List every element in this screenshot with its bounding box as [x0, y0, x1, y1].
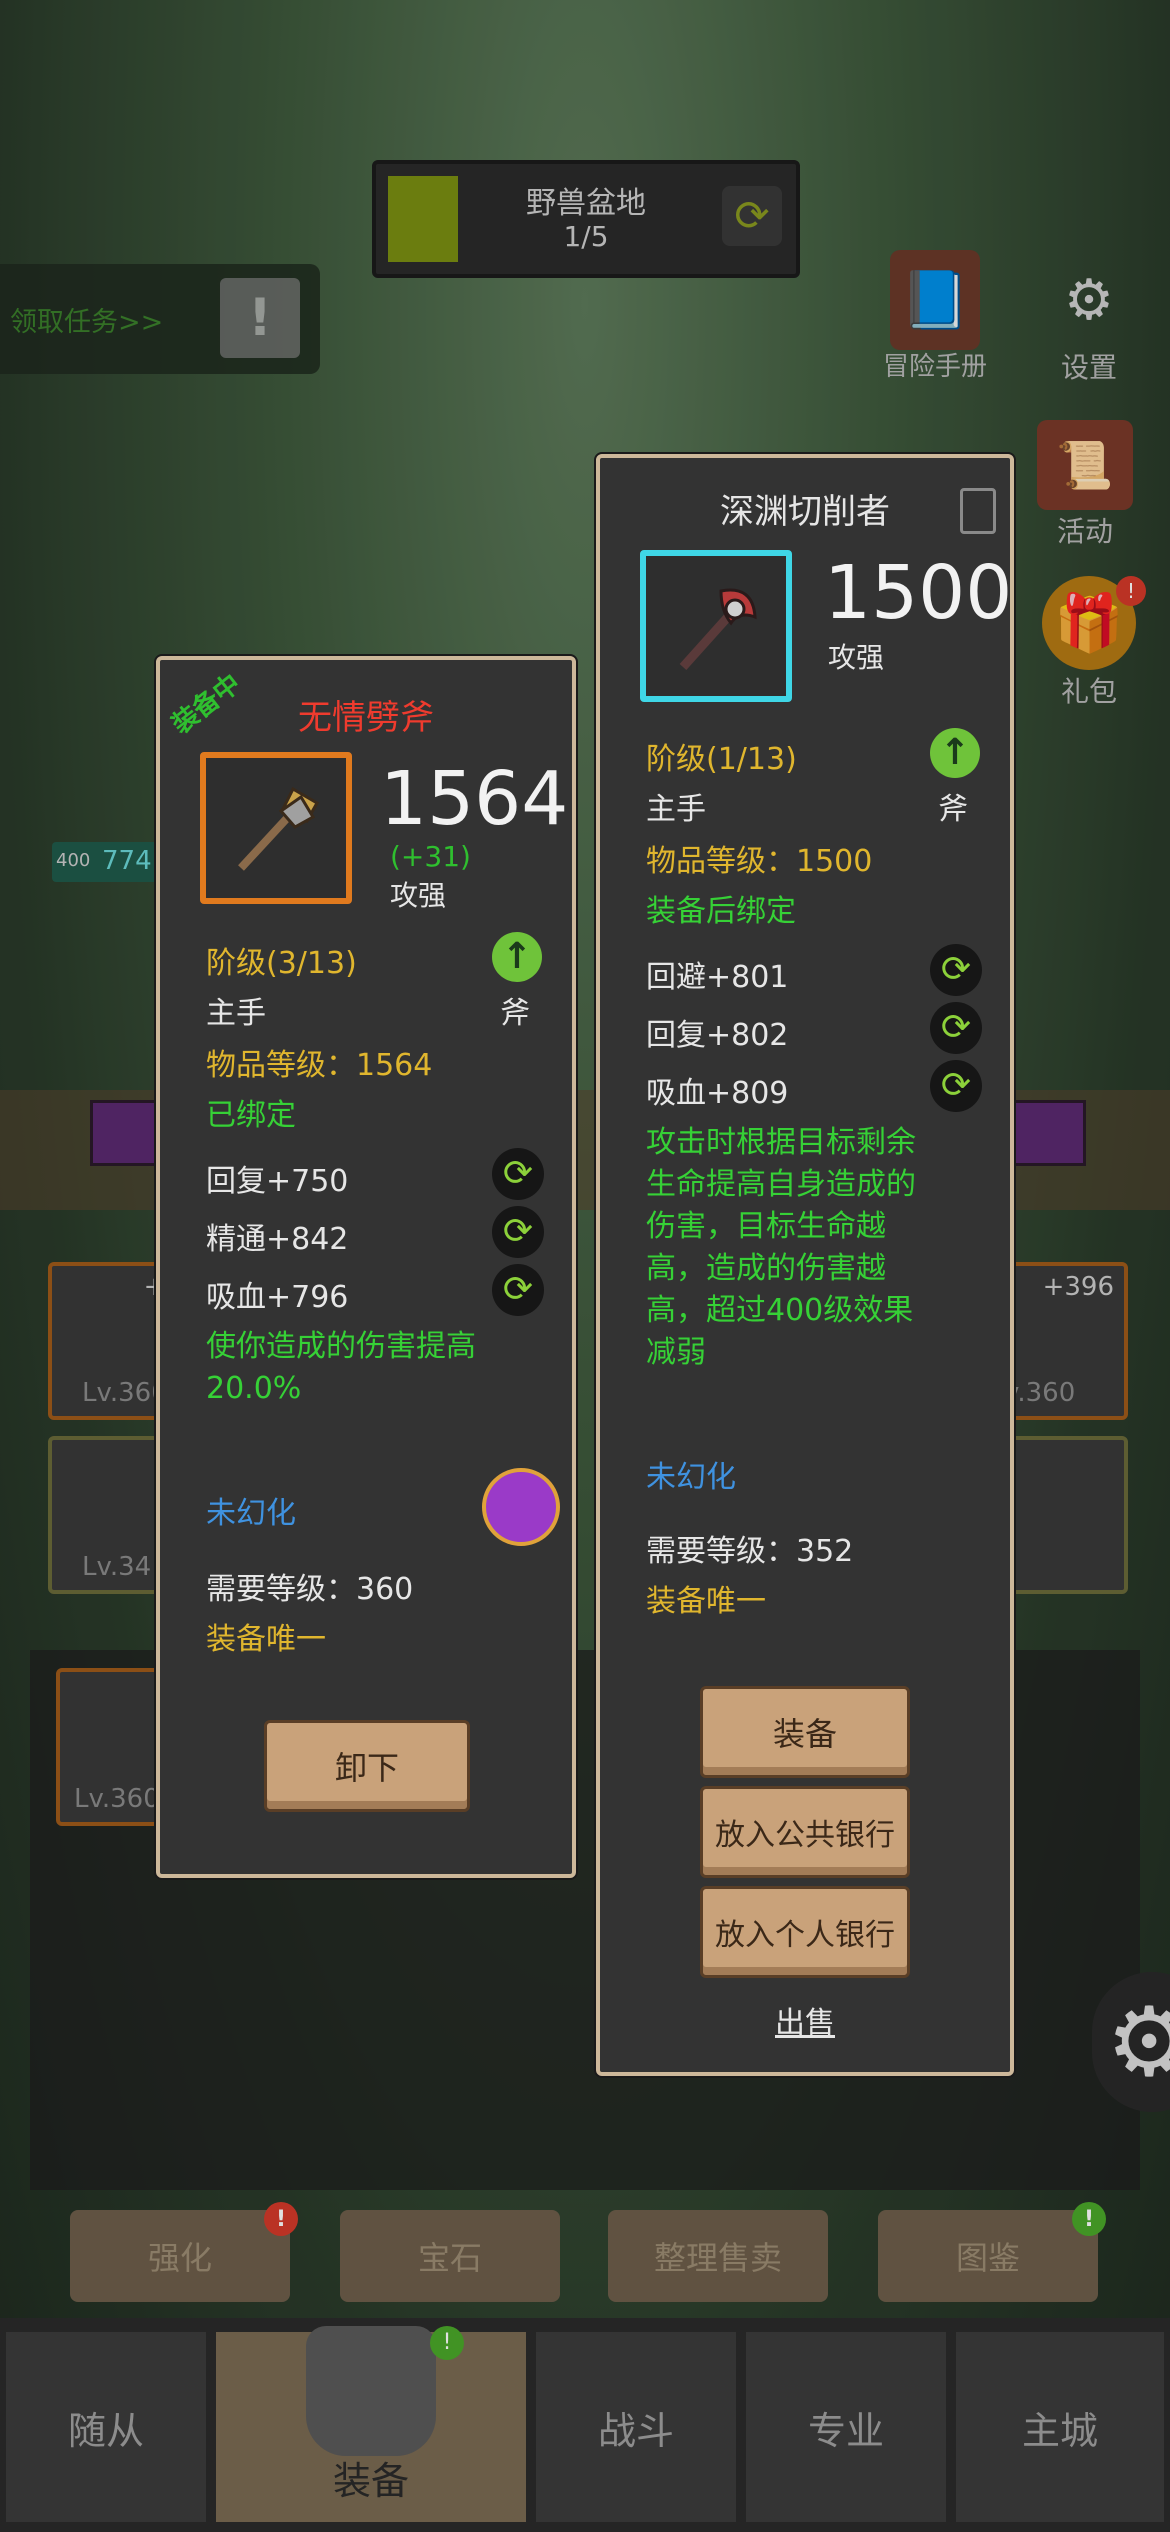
- item-type: 斧: [938, 792, 968, 827]
- power-label: 攻强: [828, 641, 885, 674]
- item-tier: 阶级(1/13): [646, 742, 797, 777]
- item-level: 物品等级：1564: [206, 1048, 433, 1083]
- reroll-icon[interactable]: ⟳: [492, 1148, 544, 1200]
- unique-flag: 装备唯一: [646, 1584, 766, 1619]
- reroll-icon[interactable]: ⟳: [930, 944, 982, 996]
- reroll-icon[interactable]: ⟳: [930, 1002, 982, 1054]
- required-level: 需要等级：360: [206, 1572, 414, 1607]
- upgrade-arrow-icon[interactable]: ↑: [492, 932, 542, 982]
- axe-icon: [200, 752, 352, 904]
- unique-flag: 装备唯一: [206, 1622, 326, 1657]
- item-type: 斧: [500, 996, 530, 1031]
- reroll-icon[interactable]: ⟳: [930, 1060, 982, 1112]
- bind-status: 装备后绑定: [646, 894, 796, 929]
- item-level: 物品等级：1500: [646, 844, 873, 879]
- item-effect: 攻击时根据目标剩余生命提高自身造成的伤害，目标生命越高，造成的伤害越高，超过40…: [646, 1125, 916, 1370]
- public-bank-button[interactable]: 放入公共银行: [700, 1786, 910, 1878]
- stat-line: 吸血+809: [646, 1076, 789, 1111]
- item-name: 无情劈斧: [298, 698, 434, 738]
- lock-icon[interactable]: [960, 488, 996, 534]
- upgrade-arrow-icon[interactable]: ↑: [930, 728, 980, 778]
- required-level: 需要等级：352: [646, 1534, 854, 1569]
- equipped-item-tooltip: 装备中 无情劈斧 1564 (+31) 攻强 阶级(3/13) ↑ 主手 斧 物…: [156, 656, 576, 1878]
- bind-status: 已绑定: [206, 1098, 296, 1133]
- power-label: 攻强: [390, 879, 447, 912]
- item-tier: 阶级(3/13): [206, 946, 357, 981]
- stat-line: 回复+750: [206, 1164, 349, 1199]
- unequip-button[interactable]: 卸下: [264, 1720, 470, 1812]
- reroll-icon[interactable]: ⟳: [492, 1264, 544, 1316]
- item-slot: 主手: [206, 996, 266, 1031]
- stat-line: 精通+842: [206, 1222, 349, 1257]
- item-power: 1500: [824, 550, 1013, 636]
- equip-button[interactable]: 装备: [700, 1686, 910, 1778]
- stat-line: 吸血+796: [206, 1280, 349, 1315]
- private-bank-button[interactable]: 放入个人银行: [700, 1886, 910, 1978]
- item-power: 1564: [380, 756, 569, 842]
- stat-line: 回复+802: [646, 1018, 789, 1053]
- item-name: 深渊切削者: [720, 492, 890, 532]
- new-item-tooltip: 深渊切削者 1500 攻强 阶级(1/13) ↑ 主手 斧 物品等级：1500 …: [596, 454, 1014, 2076]
- transmog-status: 未幻化: [206, 1496, 296, 1531]
- item-slot: 主手: [646, 792, 706, 827]
- power-diff: (+31): [390, 840, 471, 873]
- transmog-orb-icon[interactable]: [482, 1468, 560, 1546]
- item-effect: 使你造成的伤害提高20.0%: [206, 1329, 476, 1406]
- sell-link[interactable]: 出售: [600, 1998, 1010, 2042]
- axe-icon: [640, 550, 792, 702]
- reroll-icon[interactable]: ⟳: [492, 1206, 544, 1258]
- transmog-status: 未幻化: [646, 1460, 736, 1495]
- stat-line: 回避+801: [646, 960, 789, 995]
